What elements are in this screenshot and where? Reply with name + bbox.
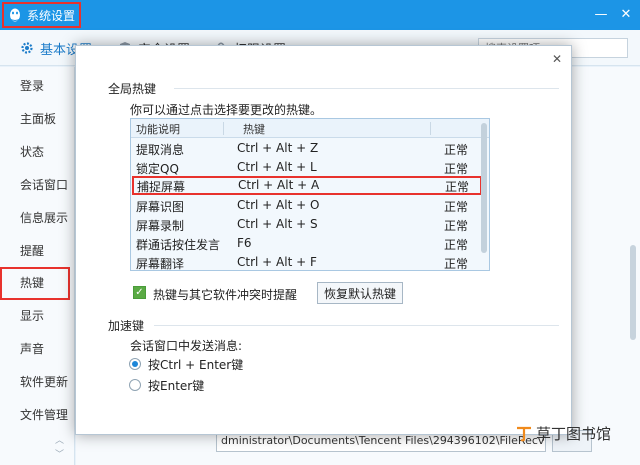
hotkey-combo: Ctrl + Alt + L xyxy=(237,160,317,174)
watermark-logo-icon xyxy=(517,426,531,442)
hotkey-row[interactable]: 屏幕录制 Ctrl + Alt + S 正常 xyxy=(131,215,483,234)
sidebar-item-display[interactable]: 显示 xyxy=(0,300,75,333)
gear-icon xyxy=(21,42,33,54)
hotkey-function-name: 群通话按住发言 xyxy=(136,238,221,252)
restore-default-hotkeys-button[interactable]: 恢复默认热键 xyxy=(317,282,403,304)
radio-ctrl-enter[interactable] xyxy=(129,358,141,370)
sidebar-item-chat-window[interactable]: 会话窗口 xyxy=(0,169,75,202)
hotkey-status: 正常 xyxy=(444,257,469,271)
column-separator xyxy=(223,122,224,135)
hotkey-hint-text: 你可以通过点击选择要更改的热键。 xyxy=(130,103,323,117)
radio-ctrl-enter-label: 按Ctrl + Enter键 xyxy=(148,358,244,372)
dialog-close-icon[interactable]: ✕ xyxy=(552,52,562,66)
sidebar-item-file-management[interactable]: 文件管理 xyxy=(0,399,75,432)
sidebar-item-login[interactable]: 登录 xyxy=(0,70,75,103)
hotkey-function-name: 提取消息 xyxy=(136,143,185,157)
conflict-reminder-label: 热键与其它软件冲突时提醒 xyxy=(153,288,298,302)
watermark: 草丁图书馆 xyxy=(515,422,611,444)
section-divider xyxy=(174,88,559,89)
hotkey-status: 正常 xyxy=(444,162,469,176)
radio-enter[interactable] xyxy=(129,379,141,391)
watermark-text: 草丁图书馆 xyxy=(536,424,612,443)
close-button[interactable]: ✕ xyxy=(619,8,633,22)
hotkey-function-name: 捕捉屏幕 xyxy=(137,180,186,194)
sidebar-scroll-down-icon[interactable]: ﹀ xyxy=(55,447,64,460)
hotkey-row[interactable]: 提取消息 Ctrl + Alt + Z 正常 xyxy=(131,139,483,158)
window-title-box: 系统设置 xyxy=(2,2,81,28)
minimize-button[interactable]: — xyxy=(594,8,608,22)
hotkey-status: 正常 xyxy=(445,180,470,194)
hotkey-row[interactable]: 群通话按住发言 F6 正常 xyxy=(131,234,483,253)
radio-enter-label: 按Enter键 xyxy=(148,379,205,393)
sidebar-item-sound[interactable]: 声音 xyxy=(0,333,75,366)
main-scrollbar[interactable] xyxy=(630,245,636,340)
conflict-reminder-checkbox[interactable]: ✓ xyxy=(133,286,146,299)
send-message-label: 会话窗口中发送消息: xyxy=(130,339,243,353)
hotkey-status: 正常 xyxy=(444,219,469,233)
title-bar: 系统设置 — ✕ xyxy=(0,0,640,30)
hotkey-combo: Ctrl + Alt + A xyxy=(238,178,320,192)
hotkey-row[interactable]: 屏幕识图 Ctrl + Alt + O 正常 xyxy=(131,196,483,215)
sidebar-item-info-display[interactable]: 信息展示 xyxy=(0,202,75,235)
sidebar-item-reminders[interactable]: 提醒 xyxy=(0,235,75,268)
hotkey-function-name: 锁定QQ xyxy=(136,162,179,176)
hotkey-row[interactable]: 锁定QQ Ctrl + Alt + L 正常 xyxy=(131,158,483,177)
sidebar-item-software-update[interactable]: 软件更新 xyxy=(0,366,75,399)
hotkey-row[interactable]: 屏幕翻译 Ctrl + Alt + F 正常 xyxy=(131,253,483,271)
sidebar-item-hotkeys[interactable]: 热键 xyxy=(0,267,70,300)
sidebar-item-main-panel[interactable]: 主面板 xyxy=(0,103,75,136)
hotkey-table-scrollbar[interactable] xyxy=(481,123,487,253)
sidebar-item-status[interactable]: 状态 xyxy=(0,136,75,169)
sidebar-scroll-up-icon[interactable]: ︿ xyxy=(55,433,64,446)
section-divider xyxy=(154,325,559,326)
hotkey-function-name: 屏幕翻译 xyxy=(136,257,185,271)
qq-penguin-icon xyxy=(9,8,21,22)
section-title-global-hotkeys: 全局热键 xyxy=(108,82,157,96)
settings-sidebar: 登录 主面板 状态 会话窗口 信息展示 提醒 热键 显示 声音 软件更新 文件管… xyxy=(0,67,75,465)
hotkey-status: 正常 xyxy=(444,238,469,252)
hotkey-settings-dialog: ✕ 全局热键 你可以通过点击选择要更改的热键。 功能说明 热键 提取消息 Ctr… xyxy=(75,45,572,435)
hotkey-function-name: 屏幕录制 xyxy=(136,219,185,233)
hotkey-combo: Ctrl + Alt + Z xyxy=(237,141,319,155)
hotkey-combo: Ctrl + Alt + S xyxy=(237,217,318,231)
hotkey-table: 功能说明 热键 提取消息 Ctrl + Alt + Z 正常 锁定QQ Ctrl… xyxy=(130,118,490,271)
section-title-accelerators: 加速键 xyxy=(108,319,145,333)
hotkey-combo: Ctrl + Alt + O xyxy=(237,198,320,212)
window-title: 系统设置 xyxy=(27,8,76,23)
hotkey-function-name: 屏幕识图 xyxy=(136,200,185,214)
hotkey-status: 正常 xyxy=(444,143,469,157)
column-separator xyxy=(430,122,431,135)
column-header-function: 功能说明 xyxy=(136,123,180,136)
hotkey-table-header: 功能说明 热键 xyxy=(131,119,489,138)
hotkey-combo: Ctrl + Alt + F xyxy=(237,255,317,269)
hotkey-row-highlighted[interactable]: 捕捉屏幕 Ctrl + Alt + A 正常 xyxy=(132,176,482,195)
column-header-hotkey: 热键 xyxy=(243,123,265,136)
hotkey-status: 正常 xyxy=(444,200,469,214)
hotkey-combo: F6 xyxy=(237,236,252,250)
